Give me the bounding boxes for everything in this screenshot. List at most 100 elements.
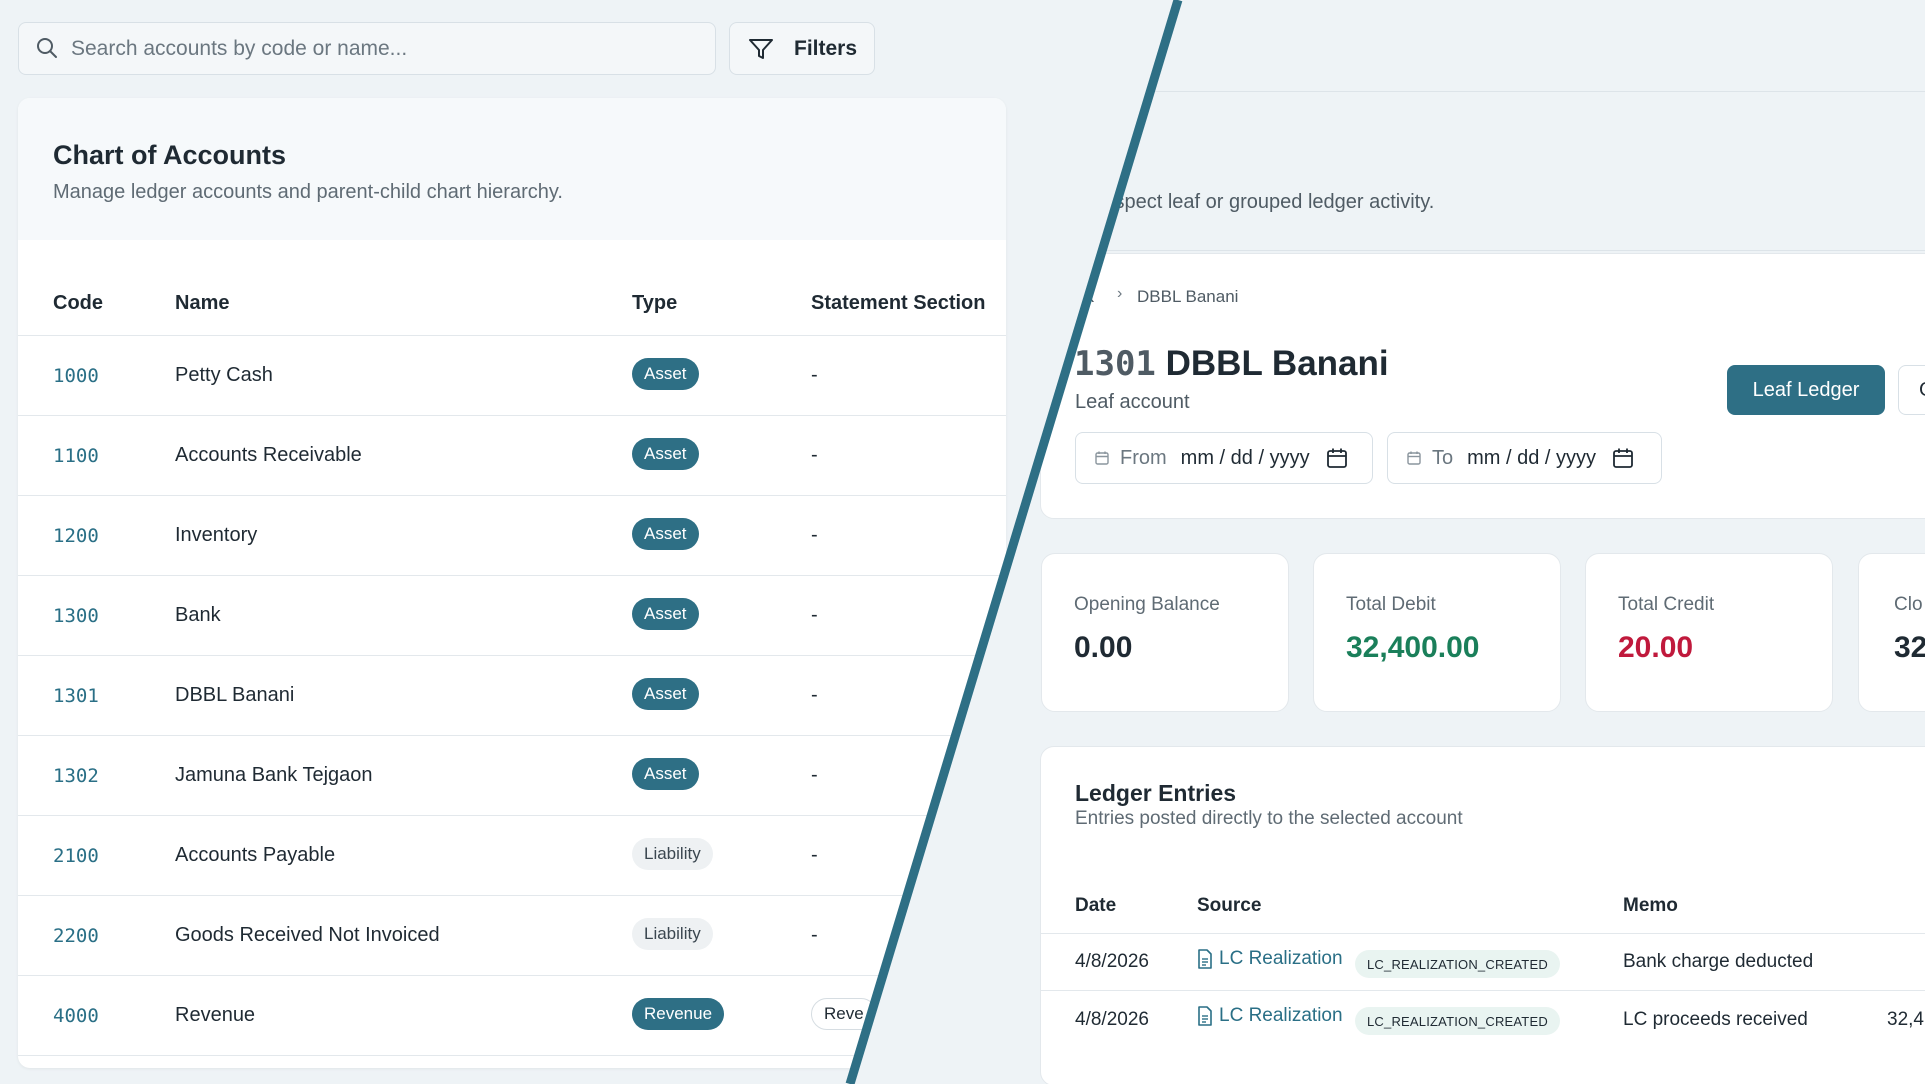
type-badge: Asset — [632, 598, 699, 630]
table-row[interactable]: 1000 Petty Cash Asset - — [18, 336, 1006, 416]
search-input[interactable]: Search accounts by code or name... — [18, 22, 716, 75]
account-name: Goods Received Not Invoiced — [175, 924, 440, 946]
stat-label: Opening Balance — [1074, 594, 1220, 615]
calendar-picker-icon[interactable] — [1612, 447, 1634, 469]
column-header-name[interactable]: Name — [175, 292, 229, 315]
type-badge: Asset — [632, 358, 699, 390]
table-row[interactable]: 2100 Accounts Payable Liability - — [18, 816, 1006, 896]
filter-icon — [749, 39, 773, 59]
table-row[interactable]: 1100 Accounts Receivable Asset - — [18, 416, 1006, 496]
accounts-card-header: Chart of Accounts Manage ledger accounts… — [18, 98, 1006, 240]
entry-source-link[interactable]: LC Realization — [1197, 948, 1343, 970]
entry-source-label: LC Realization — [1219, 948, 1343, 969]
type-badge: Liability — [632, 918, 713, 950]
entry-date: 4/8/2026 — [1075, 1009, 1149, 1030]
group-ledger-button[interactable]: G — [1898, 365, 1925, 415]
statement-section: - — [811, 604, 818, 626]
from-date-value: mm / dd / yyyy — [1180, 446, 1310, 469]
type-badge: Asset — [632, 678, 699, 710]
account-name: Bank — [175, 604, 221, 626]
stat-card-closing-balance: Clo 32 — [1858, 553, 1925, 712]
split-screenshot: Search accounts by code or name... Filte… — [0, 0, 1925, 1084]
type-badge: Asset — [632, 758, 699, 790]
page-title: Chart of Accounts — [53, 140, 287, 170]
section-title: Ledger Entries — [1075, 780, 1237, 806]
stat-value: 20.00 — [1618, 631, 1694, 664]
search-icon — [37, 38, 57, 58]
account-name: Accounts Receivable — [175, 444, 362, 466]
leaf-ledger-button[interactable]: Leaf Ledger — [1727, 365, 1885, 415]
type-badge: Asset — [632, 438, 699, 470]
statement-section: - — [811, 764, 818, 786]
calendar-icon — [1407, 451, 1421, 465]
type-badge: Asset — [632, 518, 699, 550]
account-name: DBBL Banani — [175, 684, 295, 706]
stat-card-total-debit: Total Debit 32,400.00 — [1313, 553, 1561, 712]
account-code[interactable]: 2200 — [53, 925, 99, 947]
statement-section: - — [811, 924, 818, 946]
account-code: 1301 — [1074, 344, 1156, 384]
section-subtitle: Entries posted directly to the selected … — [1075, 808, 1463, 829]
account-code[interactable]: 4000 — [53, 1005, 99, 1027]
entry-source-label: LC Realization — [1219, 1005, 1343, 1026]
statement-section-badge: Reve — [811, 998, 877, 1030]
type-badge: Liability — [632, 838, 713, 870]
table-row[interactable]: 1301 DBBL Banani Asset - — [18, 656, 1006, 736]
column-header-date[interactable]: Date — [1075, 895, 1116, 917]
stat-label: Total Credit — [1618, 594, 1715, 615]
stat-value: 32 — [1894, 631, 1925, 664]
column-header-memo[interactable]: Memo — [1623, 895, 1678, 917]
entry-memo: LC proceeds received — [1623, 1009, 1808, 1030]
table-row[interactable]: 2200 Goods Received Not Invoiced Liabili… — [18, 896, 1006, 976]
account-name: Jamuna Bank Tejgaon — [175, 764, 373, 786]
entry-source-link[interactable]: LC Realization — [1197, 1005, 1343, 1027]
account-name: Petty Cash — [175, 364, 273, 386]
to-date-value: mm / dd / yyyy — [1467, 446, 1597, 469]
table-row[interactable]: 1200 Inventory Asset - — [18, 496, 1006, 576]
document-icon — [1198, 1006, 1212, 1026]
row-divider — [1041, 933, 1925, 934]
account-code[interactable]: 1302 — [53, 765, 99, 787]
account-code[interactable]: 1301 — [53, 685, 99, 707]
statement-section: - — [811, 684, 818, 706]
account-title: 1301 DBBL Banani — [1074, 344, 1389, 384]
stat-value: 32,400.00 — [1346, 631, 1480, 664]
account-code[interactable]: 2100 — [53, 845, 99, 867]
filters-label: Filters — [794, 36, 858, 60]
event-tag: LC_REALIZATION_CREATED — [1355, 1007, 1560, 1035]
account-name: DBBL Banani — [1165, 344, 1389, 383]
calendar-icon — [1095, 451, 1109, 465]
entry-amount: 32,4 — [1887, 1009, 1924, 1030]
table-row[interactable]: 4000 Revenue Revenue Reve — [18, 976, 1006, 1056]
type-badge: Revenue — [632, 998, 725, 1030]
stat-value: 0.00 — [1074, 631, 1133, 664]
stat-label: Clo — [1894, 594, 1923, 615]
column-header-source[interactable]: Source — [1197, 895, 1261, 917]
account-name: Accounts Payable — [175, 844, 336, 866]
column-header-code[interactable]: Code — [53, 292, 103, 315]
account-code[interactable]: 1000 — [53, 365, 99, 387]
account-name: Revenue — [175, 1004, 256, 1026]
calendar-picker-icon[interactable] — [1326, 447, 1348, 469]
entry-memo: Bank charge deducted — [1623, 951, 1814, 972]
stat-card-total-credit: Total Credit 20.00 — [1585, 553, 1833, 712]
search-placeholder: Search accounts by code or name... — [71, 36, 408, 60]
account-code[interactable]: 1300 — [53, 605, 99, 627]
stat-card-opening-balance: Opening Balance 0.00 — [1041, 553, 1289, 712]
account-code[interactable]: 1100 — [53, 445, 99, 467]
column-header-statement-section[interactable]: Statement Section — [811, 292, 985, 315]
stat-label: Total Debit — [1346, 594, 1436, 615]
account-name: Inventory — [175, 524, 258, 546]
row-divider — [1041, 990, 1925, 991]
filters-button[interactable]: Filters — [729, 22, 875, 75]
column-header-type[interactable]: Type — [632, 292, 677, 315]
table-row[interactable]: 1300 Bank Asset - — [18, 576, 1006, 656]
page-subtitle: Manage ledger accounts and parent-child … — [53, 181, 563, 203]
account-code[interactable]: 1200 — [53, 525, 99, 547]
accounts-card: Chart of Accounts Manage ledger accounts… — [18, 98, 1006, 1068]
entry-date: 4/8/2026 — [1075, 951, 1149, 972]
to-date-field[interactable]: To mm / dd / yyyy — [1387, 432, 1662, 484]
document-icon — [1198, 949, 1212, 969]
table-row[interactable]: 1302 Jamuna Bank Tejgaon Asset - — [18, 736, 1006, 816]
from-date-field[interactable]: From mm / dd / yyyy — [1075, 432, 1373, 484]
